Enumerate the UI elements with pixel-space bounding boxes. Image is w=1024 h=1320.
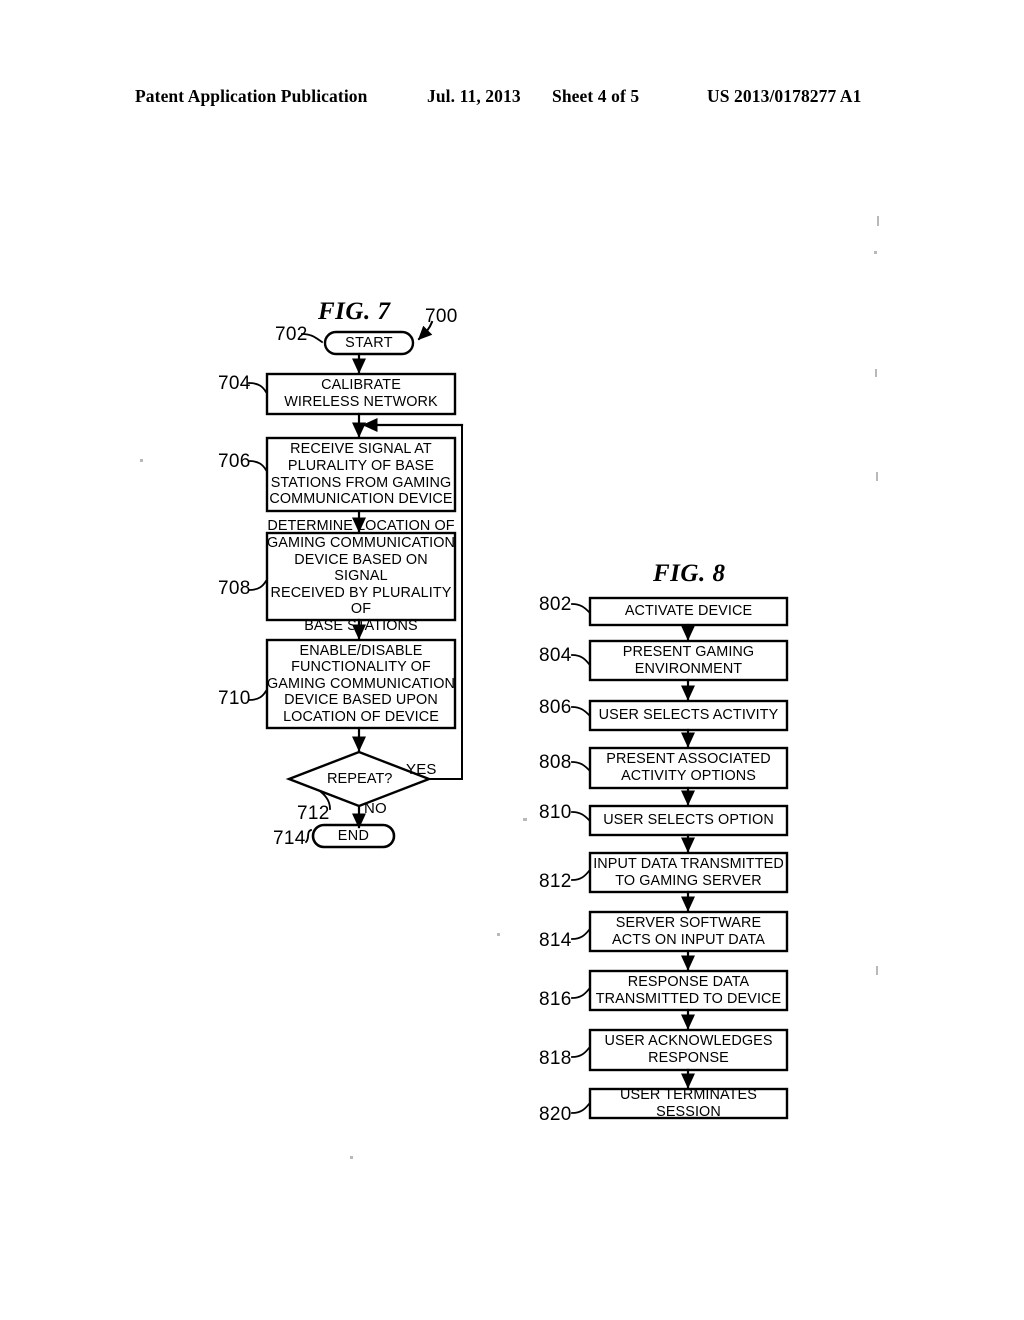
ref-706: 706 (218, 451, 251, 472)
ref-710: 710 (218, 688, 251, 709)
scan-speck (874, 251, 877, 254)
fig8-node-activate-device: ACTIVATE DEVICE (624, 603, 753, 620)
ref-816: 816 (539, 989, 572, 1010)
fig7-branch-label-no: NO (364, 800, 387, 817)
fig7-node-determine-location: DETERMINE LOCATION OF GAMING COMMUNICATI… (267, 518, 456, 634)
fig8-node-response-data-transmitted: RESPONSE DATA TRANSMITTED TO DEVICE (595, 973, 782, 1007)
scan-speck (350, 1156, 353, 1159)
header-sheet-number: Sheet 4 of 5 (552, 86, 640, 106)
ref-808: 808 (539, 752, 572, 773)
ref-814: 814 (539, 930, 572, 951)
fig8-node-present-associated-activity-options: PRESENT ASSOCIATED ACTIVITY OPTIONS (606, 751, 771, 784)
ref-812: 812 (539, 871, 572, 892)
page-header: Patent Application Publication Jul. 11, … (0, 86, 1024, 112)
figure-8-title: FIG. 8 (653, 560, 726, 587)
ref-704: 704 (218, 373, 251, 394)
ref-714: 714 (273, 828, 306, 849)
ref-804: 804 (539, 645, 572, 666)
fig8-node-user-acknowledges-response: USER ACKNOWLEDGES RESPONSE (604, 1033, 773, 1066)
fig8-node-user-selects-activity: USER SELECTS ACTIVITY (598, 707, 779, 724)
fig7-node-start: START (345, 334, 393, 351)
header-publication-date: Jul. 11, 2013 (427, 86, 521, 106)
fig7-branch-label-yes: YES (406, 761, 437, 778)
scan-speck (497, 933, 500, 936)
fig8-node-server-software-acts: SERVER SOFTWARE ACTS ON INPUT DATA (612, 914, 765, 948)
fig7-node-repeat-decision: REPEAT? (327, 771, 393, 787)
scan-speck (875, 369, 877, 377)
figure-drawing-layer (0, 0, 1024, 1320)
fig7-node-calibrate-wireless-network: CALIBRATE WIRELESS NETWORK (284, 377, 438, 410)
ref-700: 700 (425, 306, 458, 327)
header-publication-title: Patent Application Publication (135, 86, 368, 106)
scan-speck (876, 966, 878, 975)
ref-806: 806 (539, 697, 572, 718)
ref-818: 818 (539, 1048, 572, 1069)
fig8-node-input-data-transmitted: INPUT DATA TRANSMITTED TO GAMING SERVER (593, 855, 784, 889)
ref-708: 708 (218, 578, 251, 599)
ref-802: 802 (539, 594, 572, 615)
scan-speck (523, 818, 527, 821)
fig7-node-end: END (337, 827, 370, 844)
ref-712: 712 (297, 803, 330, 824)
fig7-node-enable-disable-functionality: ENABLE/DISABLE FUNCTIONALITY OF GAMING C… (267, 642, 456, 725)
fig7-node-receive-signal: RECEIVE SIGNAL AT PLURALITY OF BASE STAT… (269, 441, 453, 508)
fig8-node-user-selects-option: USER SELECTS OPTION (603, 812, 774, 829)
header-patent-number: US 2013/0178277 A1 (707, 86, 862, 106)
ref-810: 810 (539, 802, 572, 823)
scan-speck (876, 472, 878, 481)
scan-speck (877, 216, 879, 226)
figure-7-title: FIG. 7 (318, 298, 391, 325)
scan-speck (140, 459, 143, 462)
fig8-node-present-gaming-environment: PRESENT GAMING ENVIRONMENT (622, 643, 755, 677)
ref-820: 820 (539, 1104, 572, 1125)
fig8-node-user-terminates-session: USER TERMINATES SESSION (620, 1086, 757, 1120)
ref-702: 702 (275, 324, 308, 345)
